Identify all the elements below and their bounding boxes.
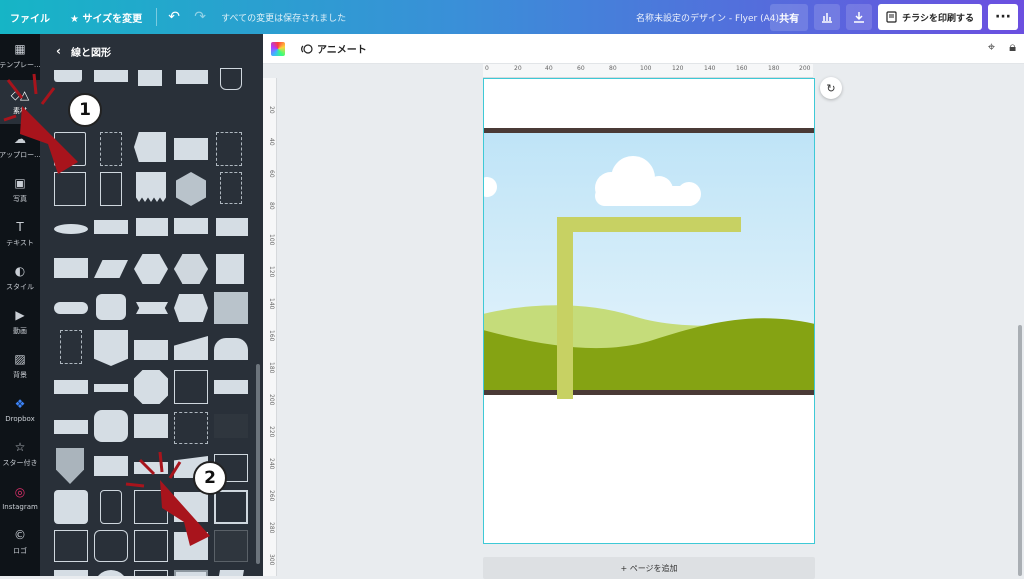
ruler-tick-label: 20 (268, 106, 275, 114)
ruler-tick-label: 180 (268, 362, 275, 374)
frame-line-vertical (556, 216, 573, 399)
ruler-tick-label: 180 (768, 65, 780, 72)
callout-number-1: 1 (68, 93, 102, 127)
top-bar: ファイル ★ サイズを変更 ↶ ↷ すべての変更は保存されました 名称未設定のデ… (0, 0, 1024, 34)
topbar-divider (156, 8, 158, 26)
ruler-tick-label: 120 (268, 266, 275, 278)
undo-icon[interactable]: ↶ (161, 4, 187, 30)
ruler-tick-label: 220 (268, 426, 275, 438)
download-icon (854, 12, 865, 23)
insights-button[interactable] (814, 4, 841, 30)
ruler-vertical: 20 40 60 80 100 120 140 160 180 200 220 … (263, 78, 277, 576)
animate-label: アニメート (317, 45, 367, 56)
paint-roller-icon[interactable]: ⌖ (988, 40, 995, 55)
ruler-tick-label: 0 (485, 65, 489, 72)
ruler-tick-label: 40 (545, 65, 553, 72)
animate-button[interactable]: アニメート (301, 41, 367, 56)
ruler-tick-label: 200 (268, 394, 275, 406)
canvas-scrollbar[interactable] (1018, 325, 1022, 576)
annotation-overlay (3, 73, 210, 546)
ruler-tick-label: 60 (268, 170, 275, 178)
print-flyer-label: チラシを印刷する (902, 13, 974, 24)
refresh-icon[interactable]: ↻ (820, 77, 842, 99)
ruler-tick-label: 300 (268, 554, 275, 566)
ruler-tick-label: 160 (268, 330, 275, 342)
ruler-tick-label: 240 (268, 458, 275, 470)
bar-chart-icon (822, 13, 833, 23)
design-page[interactable] (483, 78, 815, 544)
top-band (484, 127, 814, 133)
color-picker-button[interactable] (271, 41, 285, 56)
ruler-tick-label: 280 (268, 522, 275, 534)
ruler-tick-label: 100 (268, 234, 275, 246)
canvas-toolbar-right: ⌖ 🔒︎ (988, 40, 1016, 55)
resize-button[interactable]: ★ サイズを変更 (60, 0, 152, 34)
design-title[interactable]: 名称未設定のデザイン - Flyer (A4) (636, 0, 779, 34)
topbar-actions: 共有 チラシを印刷する ··· (770, 0, 1024, 34)
frame-line-horizontal (556, 216, 741, 232)
redo-icon[interactable]: ↷ (187, 4, 213, 30)
lock-icon[interactable]: 🔒︎ (1009, 40, 1016, 55)
ruler-tick-label: 40 (268, 138, 275, 146)
ruler-tick-label: 80 (268, 202, 275, 210)
ruler-tick-label: 20 (514, 65, 522, 72)
page-artwork (484, 127, 814, 399)
canvas-toolbar: アニメート ⌖ 🔒︎ (263, 34, 1024, 64)
print-icon (886, 11, 897, 23)
ruler-tick-label: 140 (268, 298, 275, 310)
ruler-tick-label: 160 (736, 65, 748, 72)
file-menu-button[interactable]: ファイル (0, 0, 60, 34)
bottom-band (484, 389, 814, 395)
ruler-tick-label: 100 (640, 65, 652, 72)
callout-number-2: 2 (193, 461, 227, 495)
ruler-tick-label: 120 (672, 65, 684, 72)
ruler-tick-label: 200 (799, 65, 811, 72)
ruler-tick-label: 260 (268, 490, 275, 502)
red-arrow-1 (3, 73, 78, 174)
more-options-button[interactable]: ··· (988, 4, 1018, 30)
save-status: すべての変更は保存されました (221, 13, 347, 24)
share-button[interactable]: 共有 (770, 3, 809, 31)
ruler-tick-label: 140 (704, 65, 716, 72)
ruler-horizontal: 0 20 40 60 80 100 120 140 160 180 200 (483, 64, 813, 78)
print-flyer-button[interactable]: チラシを印刷する (878, 4, 982, 30)
ruler-tick-label: 60 (577, 65, 585, 72)
animate-icon (301, 43, 313, 54)
ruler-tick-label: 80 (609, 65, 617, 72)
download-button[interactable] (846, 4, 873, 30)
